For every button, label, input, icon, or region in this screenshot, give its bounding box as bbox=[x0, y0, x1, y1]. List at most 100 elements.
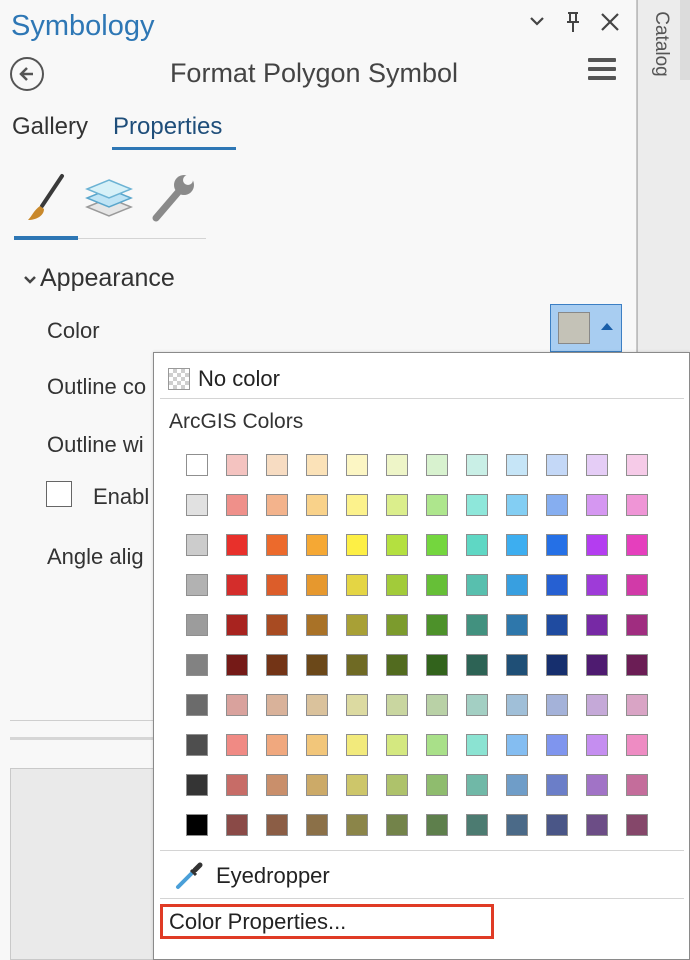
color-swatch[interactable] bbox=[426, 734, 448, 756]
color-swatch[interactable] bbox=[426, 774, 448, 796]
color-swatch[interactable] bbox=[186, 814, 208, 836]
color-swatch[interactable] bbox=[386, 494, 408, 516]
color-swatch[interactable] bbox=[346, 494, 368, 516]
tab-properties[interactable]: Properties bbox=[113, 113, 222, 141]
color-swatch[interactable] bbox=[306, 814, 328, 836]
color-swatch[interactable] bbox=[386, 774, 408, 796]
appearance-section-header[interactable]: Appearance bbox=[22, 264, 175, 294]
pin-button[interactable] bbox=[563, 10, 583, 41]
color-swatch[interactable] bbox=[506, 774, 528, 796]
color-swatch[interactable] bbox=[226, 574, 248, 596]
color-swatch[interactable] bbox=[346, 774, 368, 796]
color-swatch[interactable] bbox=[266, 574, 288, 596]
color-swatch[interactable] bbox=[506, 654, 528, 676]
color-swatch[interactable] bbox=[586, 494, 608, 516]
color-swatch[interactable] bbox=[186, 614, 208, 636]
color-swatch[interactable] bbox=[226, 694, 248, 716]
color-swatch[interactable] bbox=[586, 654, 608, 676]
color-swatch[interactable] bbox=[266, 614, 288, 636]
color-swatch[interactable] bbox=[506, 814, 528, 836]
color-picker-button[interactable] bbox=[550, 304, 622, 352]
pane-options-button[interactable] bbox=[528, 10, 546, 38]
color-swatch[interactable] bbox=[226, 774, 248, 796]
color-swatch[interactable] bbox=[306, 574, 328, 596]
color-swatch[interactable] bbox=[546, 734, 568, 756]
color-swatch[interactable] bbox=[306, 694, 328, 716]
brush-icon[interactable] bbox=[22, 170, 70, 226]
color-swatch[interactable] bbox=[426, 654, 448, 676]
color-swatch[interactable] bbox=[306, 654, 328, 676]
color-swatch[interactable] bbox=[626, 494, 648, 516]
color-swatch[interactable] bbox=[466, 534, 488, 556]
color-swatch[interactable] bbox=[386, 454, 408, 476]
color-swatch[interactable] bbox=[626, 614, 648, 636]
layers-icon[interactable] bbox=[84, 170, 133, 226]
color-swatch[interactable] bbox=[506, 574, 528, 596]
color-swatch[interactable] bbox=[226, 814, 248, 836]
color-swatch[interactable] bbox=[466, 454, 488, 476]
color-swatch[interactable] bbox=[586, 534, 608, 556]
color-swatch[interactable] bbox=[266, 734, 288, 756]
color-swatch[interactable] bbox=[626, 814, 648, 836]
color-swatch[interactable] bbox=[506, 614, 528, 636]
color-swatch[interactable] bbox=[306, 734, 328, 756]
color-swatch[interactable] bbox=[346, 534, 368, 556]
color-swatch[interactable] bbox=[466, 734, 488, 756]
color-swatch[interactable] bbox=[386, 734, 408, 756]
color-swatch[interactable] bbox=[186, 494, 208, 516]
color-swatch[interactable] bbox=[546, 774, 568, 796]
color-swatch[interactable] bbox=[626, 734, 648, 756]
color-swatch[interactable] bbox=[626, 694, 648, 716]
no-color-option[interactable]: No color bbox=[168, 366, 280, 392]
color-swatch[interactable] bbox=[186, 774, 208, 796]
color-swatch[interactable] bbox=[506, 734, 528, 756]
color-swatch[interactable] bbox=[346, 814, 368, 836]
color-swatch[interactable] bbox=[466, 494, 488, 516]
color-swatch[interactable] bbox=[386, 814, 408, 836]
color-swatch[interactable] bbox=[546, 614, 568, 636]
color-swatch[interactable] bbox=[266, 494, 288, 516]
color-swatch[interactable] bbox=[546, 654, 568, 676]
color-swatch[interactable] bbox=[426, 454, 448, 476]
color-swatch[interactable] bbox=[186, 534, 208, 556]
color-swatch[interactable] bbox=[426, 814, 448, 836]
color-swatch[interactable] bbox=[226, 654, 248, 676]
color-swatch[interactable] bbox=[346, 694, 368, 716]
color-swatch[interactable] bbox=[186, 694, 208, 716]
color-swatch[interactable] bbox=[546, 814, 568, 836]
color-swatch[interactable] bbox=[306, 494, 328, 516]
enable-checkbox[interactable] bbox=[46, 481, 72, 507]
color-swatch[interactable] bbox=[186, 454, 208, 476]
color-swatch[interactable] bbox=[346, 654, 368, 676]
color-swatch[interactable] bbox=[346, 454, 368, 476]
color-swatch[interactable] bbox=[546, 694, 568, 716]
color-swatch[interactable] bbox=[346, 734, 368, 756]
color-swatch[interactable] bbox=[226, 734, 248, 756]
color-swatch[interactable] bbox=[186, 654, 208, 676]
color-swatch[interactable] bbox=[266, 454, 288, 476]
tab-gallery[interactable]: Gallery bbox=[12, 113, 88, 141]
color-swatch[interactable] bbox=[546, 454, 568, 476]
color-swatch[interactable] bbox=[306, 454, 328, 476]
color-properties-option[interactable]: Color Properties... bbox=[160, 904, 494, 939]
color-swatch[interactable] bbox=[506, 494, 528, 516]
color-swatch[interactable] bbox=[586, 614, 608, 636]
color-swatch[interactable] bbox=[586, 814, 608, 836]
color-swatch[interactable] bbox=[426, 494, 448, 516]
color-swatch[interactable] bbox=[226, 494, 248, 516]
catalog-tab[interactable]: Catalog bbox=[648, 4, 674, 84]
color-swatch[interactable] bbox=[586, 454, 608, 476]
color-swatch[interactable] bbox=[506, 534, 528, 556]
color-swatch[interactable] bbox=[346, 574, 368, 596]
color-swatch[interactable] bbox=[306, 614, 328, 636]
color-swatch[interactable] bbox=[586, 734, 608, 756]
color-swatch[interactable] bbox=[466, 574, 488, 596]
color-swatch[interactable] bbox=[386, 614, 408, 636]
color-swatch[interactable] bbox=[626, 774, 648, 796]
close-button[interactable] bbox=[598, 10, 622, 41]
color-swatch[interactable] bbox=[546, 534, 568, 556]
color-swatch[interactable] bbox=[226, 614, 248, 636]
color-swatch[interactable] bbox=[386, 534, 408, 556]
color-swatch[interactable] bbox=[266, 814, 288, 836]
color-swatch[interactable] bbox=[466, 774, 488, 796]
